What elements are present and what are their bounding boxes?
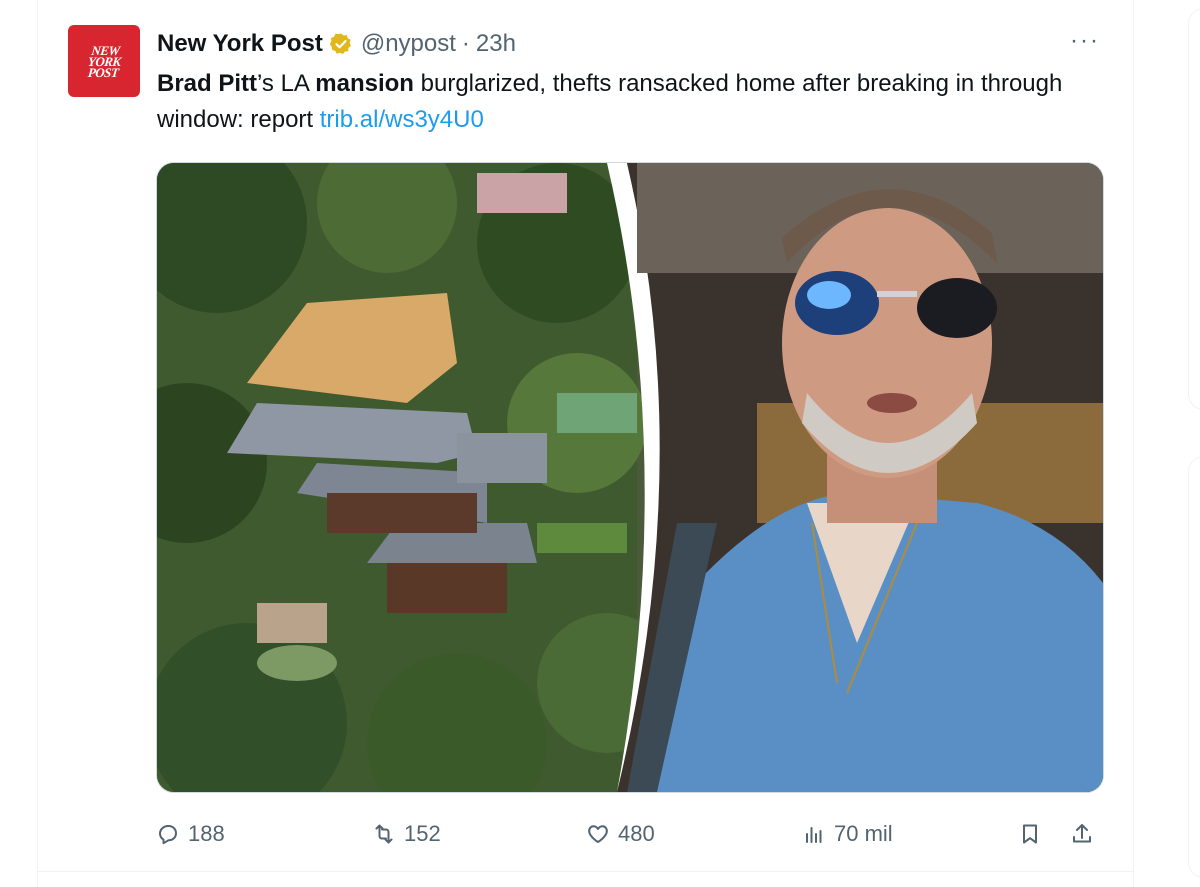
share-icon <box>1073 824 1091 843</box>
nypost-logo: NEW YORK POST <box>86 42 122 80</box>
tweet-actions: 188 152 480 70 mil <box>156 814 1102 854</box>
reply-button[interactable]: 188 <box>156 814 225 854</box>
retweet-count: 152 <box>404 821 441 846</box>
reply-icon <box>159 825 177 845</box>
text-bold-keyword: mansion <box>315 70 414 97</box>
bookmark-button[interactable] <box>1018 814 1050 854</box>
tweet-media-image[interactable] <box>156 162 1104 793</box>
author-name[interactable]: New York Post <box>157 30 323 58</box>
retweet-button[interactable]: 152 <box>372 814 441 854</box>
views-chart-icon <box>806 827 822 843</box>
tweet-link[interactable]: trib.al/ws3y4U0 <box>320 106 484 133</box>
author-handle[interactable]: @nypost <box>361 30 456 58</box>
views-count: 70 mil <box>834 821 893 846</box>
tweet-header: New York Post @nypost · 23h <box>157 28 516 60</box>
like-button[interactable]: 480 <box>586 814 655 854</box>
timestamp[interactable]: 23h <box>476 30 516 58</box>
share-button[interactable] <box>1070 814 1102 854</box>
tweet-divider <box>38 871 1133 872</box>
bookmark-icon <box>1023 824 1037 844</box>
timeline-left-border <box>37 0 38 887</box>
media-illustration <box>157 163 1103 792</box>
heart-icon <box>588 825 608 843</box>
avatar[interactable]: NEW YORK POST <box>68 25 140 97</box>
tweet-text: Brad Pitt’s LA mansion burglarized, thef… <box>157 66 1117 138</box>
text-segment: ’s LA <box>257 70 316 97</box>
reply-count: 188 <box>188 821 225 846</box>
sidebar-card <box>1188 456 1200 878</box>
text-bold-name: Brad Pitt <box>157 70 258 97</box>
more-options-icon[interactable]: ··· <box>1068 29 1102 60</box>
timeline-right-border <box>1133 0 1134 887</box>
sidebar-card <box>1188 8 1200 410</box>
retweet-icon <box>375 824 393 844</box>
like-count: 480 <box>618 821 655 846</box>
views-button[interactable]: 70 mil <box>802 814 893 854</box>
verified-badge-icon[interactable] <box>329 32 353 56</box>
separator-dot: · <box>461 30 470 57</box>
